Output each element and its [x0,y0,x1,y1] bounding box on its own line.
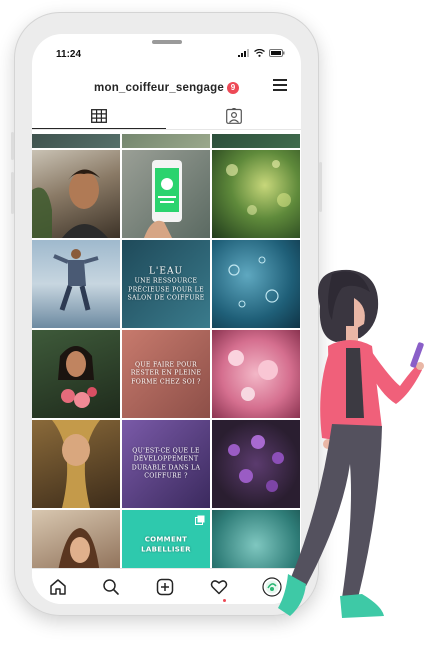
post-caption: QU'EST-CE QUE LE DÉVELOPPEMENT DURABLE D… [126,447,206,480]
phone-side-button [11,172,14,214]
notification-badge: 9 [226,82,239,94]
post-tile[interactable] [122,150,210,238]
menu-line [273,89,287,91]
status-time: 11:24 [56,49,82,60]
post-tile[interactable] [32,134,120,148]
wifi-icon [254,49,265,57]
menu-button[interactable] [271,76,289,92]
username-row[interactable]: mon_coiffeur_sengage 9 [32,78,301,96]
menu-line [273,84,287,86]
post-portrait-graphic [32,169,108,238]
phone-side-button [319,162,322,212]
grid-icon [91,109,107,123]
nav-activity[interactable] [208,576,230,598]
post-caption-text: QU'EST-CE QUE LE DÉVELOPPEMENT DURABLE D… [131,447,201,480]
post-multi-icon [195,515,205,525]
username: mon_coiffeur_sengage [94,82,224,94]
nav-new-post[interactable] [154,576,176,598]
woman-illustration [278,269,424,618]
post-title: L'EAU [148,266,184,277]
search-icon [103,579,119,595]
tab-divider [32,129,301,130]
post-text-tile[interactable]: QUE FAIRE POUR RESTER EN PLEINE FORME CH… [122,330,210,418]
post-woman-flowers-graphic [58,346,97,408]
home-icon [50,579,66,595]
post-tile[interactable] [212,134,300,148]
post-text-tile[interactable]: COMMENT LABELLISER [122,510,210,574]
plus-square-icon [156,578,174,596]
post-phone-app-graphic [144,160,182,238]
post-caption: COMMENT LABELLISER [126,536,206,555]
post-tile[interactable] [122,134,210,148]
status-bar: 11:24 [32,34,301,70]
post-caption: QUE FAIRE POUR RESTER EN PLEINE FORME CH… [126,361,206,386]
activity-indicator-dot [223,599,226,602]
tab-tagged[interactable] [167,104,301,128]
post-tile[interactable] [32,510,120,574]
profile-header: mon_coiffeur_sengage 9 [32,74,301,100]
heart-icon [210,580,228,595]
post-caption-text: COMMENT LABELLISER [141,535,191,554]
phone-side-button [11,132,14,160]
post-text-tile[interactable]: QU'EST-CE QUE LE DÉVELOPPEMENT DURABLE D… [122,420,210,508]
post-tile[interactable] [32,240,120,328]
nav-search[interactable] [100,576,122,598]
post-caption-text: QUE FAIRE POUR RESTER EN PLEINE FORME CH… [130,361,202,386]
status-icons [238,49,285,57]
post-tile[interactable] [32,150,120,238]
signal-icon [238,49,249,57]
post-caption: L'EAU UNE RESSOURCE PRÉCIEUSE POUR LE SA… [126,265,206,302]
post-woman-graphic [57,528,100,574]
profile-tabs [32,104,301,130]
post-caption-text: UNE RESSOURCE PRÉCIEUSE POUR LE SALON DE… [127,277,205,302]
post-tile[interactable] [32,330,120,418]
battery-icon [269,49,285,57]
post-tile[interactable] [212,150,300,238]
post-jumping-man-graphic [53,249,99,311]
post-tile[interactable] [32,420,120,508]
menu-line [273,79,287,81]
tab-grid[interactable] [32,104,166,129]
post-hair-graphic [52,420,100,508]
nav-home[interactable] [47,576,69,598]
post-nature-graphic [226,160,291,215]
tagged-person-icon [226,108,242,124]
post-text-tile[interactable]: L'EAU UNE RESSOURCE PRÉCIEUSE POUR LE SA… [122,240,210,328]
